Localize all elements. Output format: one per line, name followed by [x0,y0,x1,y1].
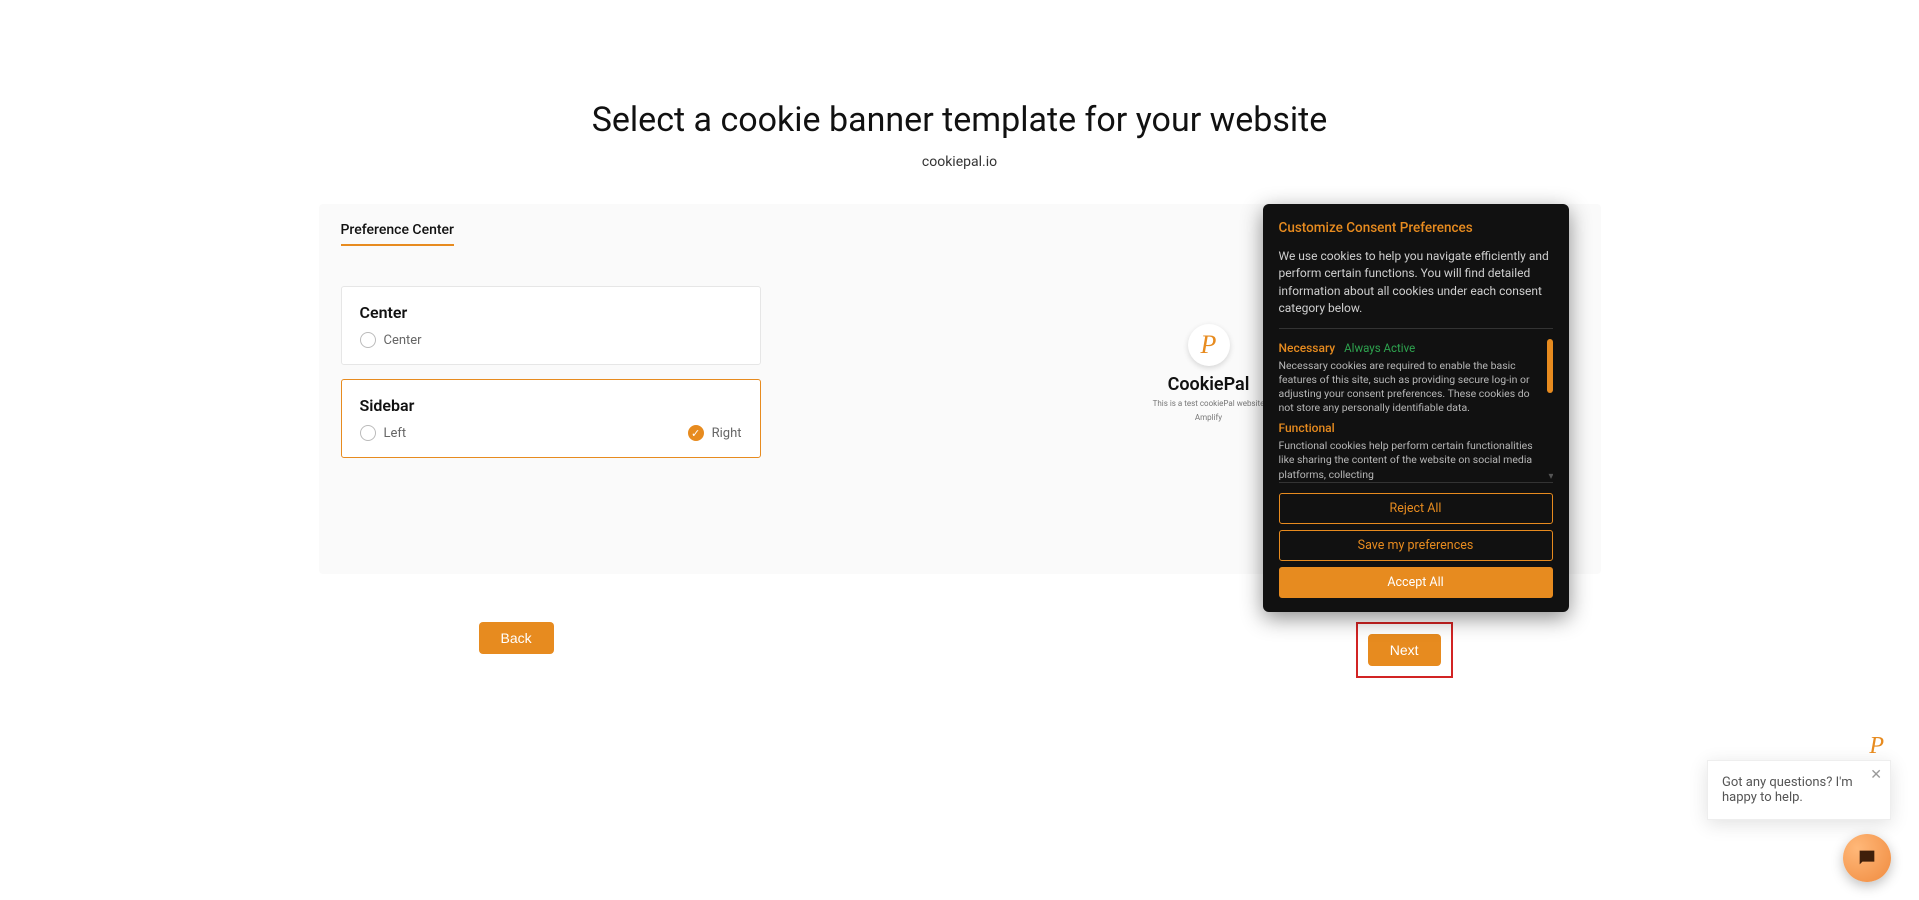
scrollbar-track[interactable]: ▾ [1547,339,1553,480]
option-center[interactable]: Center Center [341,286,761,365]
radio-center[interactable]: Center [360,332,422,348]
category-functional[interactable]: Functional [1279,421,1335,435]
chat-logo-icon: P [1869,733,1884,760]
template-card: Preference Center Center Center Sidebar [319,204,1601,574]
consent-categories[interactable]: Necessary Always Active Necessary cookie… [1279,337,1553,483]
category-functional-desc: Functional cookies help perform certain … [1279,439,1543,482]
chevron-down-icon[interactable]: ▾ [1548,471,1552,482]
tab-preference-center[interactable]: Preference Center [341,222,454,246]
accept-all-button[interactable]: Accept All [1279,567,1553,598]
close-icon[interactable]: ✕ [1870,767,1882,783]
sample-logo-icon: P [1188,324,1230,366]
radio-checked-icon [688,425,704,441]
chat-popup: P ✕ Got any questions? I'm happy to help… [1707,760,1891,820]
radio-right[interactable]: Right [688,425,742,441]
nav-row: Back Next [319,622,1601,678]
radio-left[interactable]: Left [360,425,407,441]
option-center-title: Center [360,303,742,322]
radio-left-label: Left [384,426,407,441]
category-necessary-status: Always Active [1344,341,1415,355]
category-necessary-desc: Necessary cookies are required to enable… [1279,359,1543,416]
next-button[interactable]: Next [1368,634,1441,666]
radio-circle-icon [360,425,376,441]
option-sidebar[interactable]: Sidebar Left Right [341,379,761,458]
save-preferences-button[interactable]: Save my preferences [1279,530,1553,561]
page-domain: cookiepal.io [922,154,997,170]
chat-launcher-button[interactable] [1843,834,1891,882]
back-button[interactable]: Back [479,622,554,654]
category-necessary[interactable]: Necessary [1279,341,1336,355]
option-sidebar-title: Sidebar [360,396,742,415]
radio-circle-icon [360,332,376,348]
next-button-highlight: Next [1356,622,1453,678]
chat-icon [1856,847,1878,869]
chat-message: Got any questions? I'm happy to help. [1722,775,1876,805]
preview-area: P CookiePal This is a test cookiePal web… [949,204,1609,574]
radio-right-label: Right [712,426,742,441]
page-title: Select a cookie banner template for your… [592,100,1328,140]
consent-panel: Customize Consent Preferences We use coo… [1263,204,1569,612]
scrollbar-thumb[interactable] [1547,339,1553,393]
consent-title: Customize Consent Preferences [1279,220,1553,236]
radio-center-label: Center [384,333,422,348]
consent-intro: We use cookies to help you navigate effi… [1279,248,1553,329]
reject-all-button[interactable]: Reject All [1279,493,1553,524]
